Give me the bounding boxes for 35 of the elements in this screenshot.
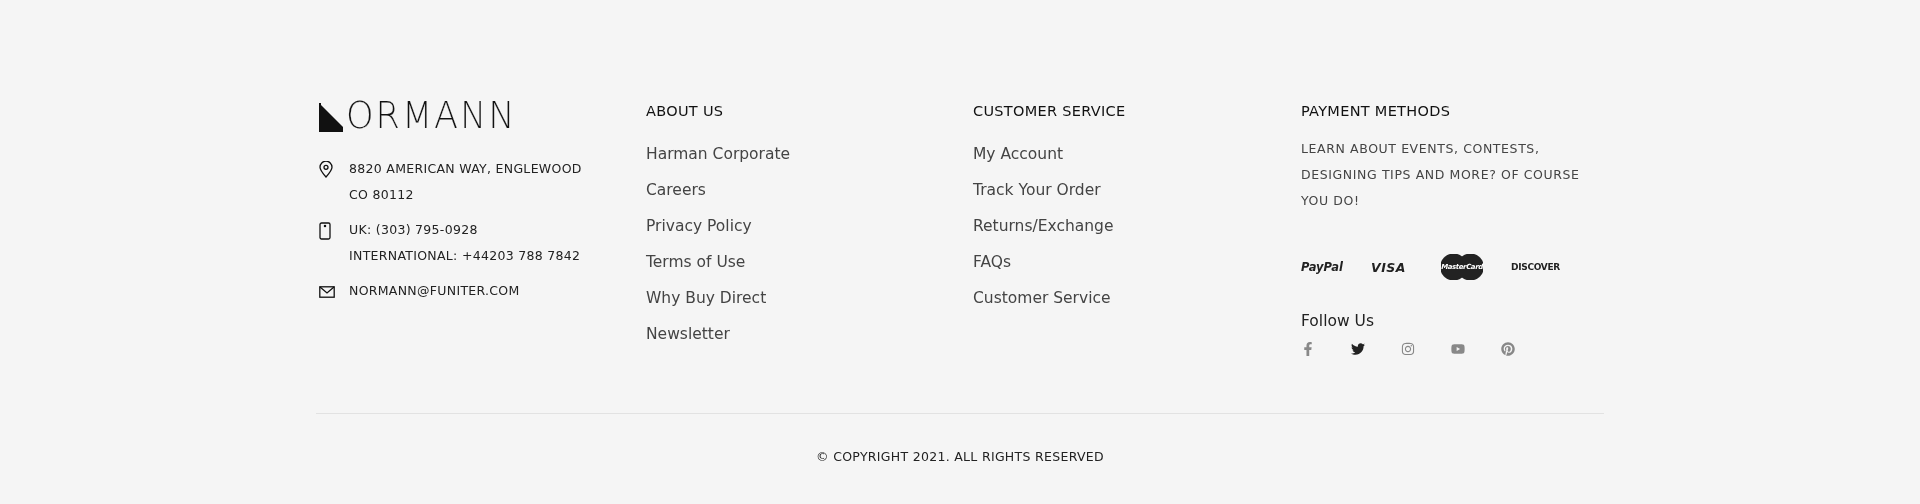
- logo-mark-icon: [319, 103, 343, 132]
- footer-link[interactable]: Harman Corporate: [646, 136, 791, 172]
- copyright-text: © COPYRIGHT 2021. ALL RIGHTS RESERVED: [816, 449, 1104, 464]
- contact-text: NORMANN@FUNITER.COM: [349, 282, 521, 300]
- payment-logo: PayPal: [1301, 260, 1343, 274]
- payment-logo: VISA: [1371, 259, 1406, 275]
- footer-link[interactable]: Track Your Order: [973, 172, 1101, 208]
- footer-link[interactable]: Careers: [646, 172, 706, 208]
- payment-description: LEARN ABOUT EVENTS, CONTESTS, DESIGNING TIPS AND MORE? OF COURSE YOU DO!: [1301, 140, 1581, 210]
- contact-text: 8820 AMERICAN WAY, ENGLEWOOD: [349, 160, 583, 178]
- location-pin-icon: [319, 161, 333, 178]
- footer-link[interactable]: Terms of Use: [646, 244, 746, 280]
- footer-link[interactable]: Newsletter: [646, 316, 730, 352]
- youtube-icon[interactable]: [1451, 342, 1465, 356]
- column-heading: PAYMENT METHODS: [1301, 102, 1452, 121]
- payment-logo: DISCOVER: [1511, 262, 1560, 272]
- follow-heading: Follow Us: [1301, 312, 1375, 330]
- contact-text: INTERNATIONAL: +44203 788 7842: [349, 247, 582, 265]
- phone-icon: [319, 222, 331, 240]
- footer-link[interactable]: Why Buy Direct: [646, 280, 767, 316]
- contact-text: UK: (303) 795-0928: [349, 221, 479, 239]
- logo-text: ORMANN: [346, 100, 517, 132]
- column-heading: CUSTOMER SERVICE: [973, 102, 1127, 121]
- footer-link[interactable]: Returns/Exchange: [973, 208, 1114, 244]
- footer-link[interactable]: My Account: [973, 136, 1064, 172]
- contact-text: CO 80112: [349, 186, 415, 204]
- footer-link[interactable]: Privacy Policy: [646, 208, 752, 244]
- twitter-icon[interactable]: [1351, 342, 1365, 356]
- footer-link[interactable]: Customer Service: [973, 280, 1111, 316]
- instagram-icon[interactable]: [1401, 342, 1415, 356]
- column-heading: ABOUT US: [646, 102, 725, 121]
- mail-icon: [319, 286, 335, 298]
- facebook-icon[interactable]: [1301, 342, 1315, 356]
- footer-link[interactable]: FAQs: [973, 244, 1012, 280]
- pinterest-icon[interactable]: [1501, 342, 1515, 356]
